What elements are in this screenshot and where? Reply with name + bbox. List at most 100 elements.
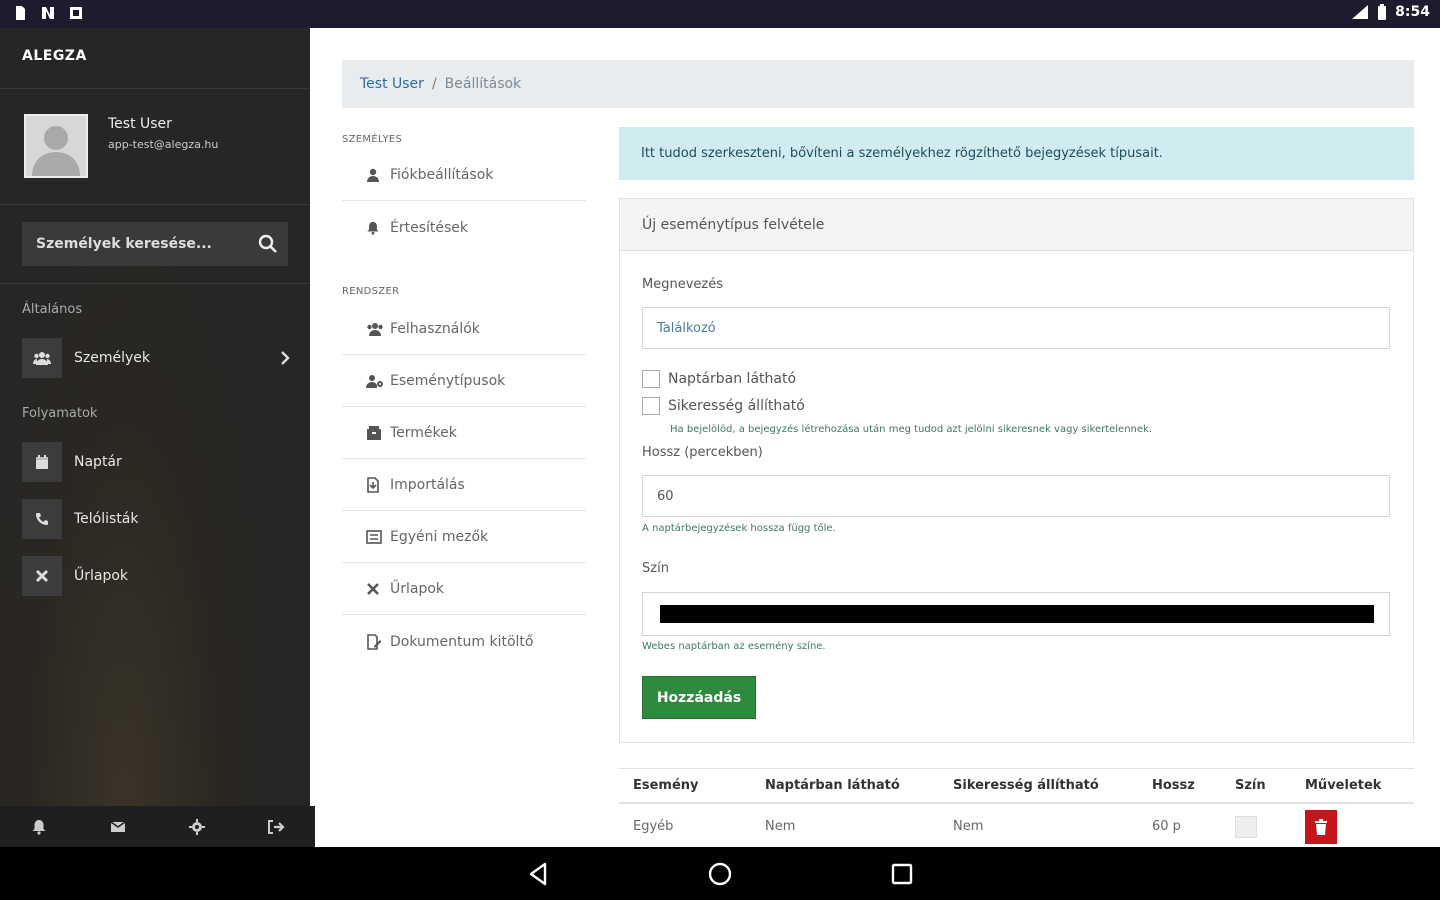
success-settable-checkbox[interactable] <box>642 397 660 415</box>
add-button[interactable]: Hozzáadás <box>642 676 756 719</box>
delete-button[interactable] <box>1305 810 1337 844</box>
home-icon[interactable] <box>707 861 733 887</box>
messages-button[interactable] <box>79 806 158 847</box>
logout-button[interactable] <box>236 806 315 847</box>
signal-icon <box>1352 5 1369 19</box>
settings-item-label: Termékek <box>390 425 457 441</box>
color-swatch <box>660 605 1374 623</box>
logout-icon <box>267 819 285 834</box>
name-input[interactable] <box>642 307 1390 349</box>
length-help-text: A naptárbejegyzések hossza függ tőle. <box>642 523 836 534</box>
settings-item-label: Felhasználók <box>390 321 480 337</box>
settings-section-system: RENDSZER <box>342 286 400 297</box>
calendar-visible-checkbox-row[interactable]: Naptárban látható <box>642 370 796 388</box>
recents-icon[interactable] <box>889 861 915 887</box>
info-alert-text: Itt tudod szerkeszteni, bővíteni a szemé… <box>641 146 1163 161</box>
settings-item-label: Eseménytípusok <box>390 373 506 389</box>
bell-icon <box>32 819 46 835</box>
sidebar-item-call-lists[interactable]: Telólisták <box>22 499 302 539</box>
trash-icon <box>1315 819 1327 835</box>
divider <box>0 283 310 284</box>
default-avatar-icon <box>32 126 80 176</box>
search-icon[interactable] <box>258 234 278 254</box>
sidebar-bottom-bar <box>0 806 315 847</box>
table-cell-color-swatch <box>1235 816 1257 838</box>
sidebar: ALEGZA Test User app-test@alegza.hu Álta… <box>0 28 315 847</box>
settings-item-label: Értesítések <box>390 219 469 236</box>
sidebar-item-label: Telólisták <box>74 511 139 527</box>
breadcrumb-separator: / <box>431 76 437 92</box>
success-help-text: Ha bejelölöd, a bejegyzés létrehozása ut… <box>670 424 1153 435</box>
color-help-text: Webes naptárban az esemény színe. <box>642 641 826 652</box>
settings-item-products[interactable]: Termékek <box>342 408 586 459</box>
sidebar-item-label: Naptár <box>74 454 122 470</box>
edit-doc-icon <box>366 633 384 650</box>
sidebar-item-label: Űrlapok <box>74 568 129 584</box>
search-box <box>22 222 288 266</box>
screenshot-icon <box>70 7 82 19</box>
success-settable-label: Sikeresség állítható <box>668 398 805 414</box>
settings-item-document-filler[interactable]: Dokumentum kitöltő <box>342 616 586 667</box>
users-icon <box>366 321 384 337</box>
card-title: Új eseménytípus felvétele <box>620 199 1413 251</box>
settings-item-label: Dokumentum kitöltő <box>390 633 534 650</box>
table-header-row: Esemény Naptárban látható Sikeresség áll… <box>619 768 1414 804</box>
settings-item-label: Fiókbeállítások <box>390 167 494 183</box>
clock-text: 8:54 <box>1395 4 1430 20</box>
gear-icon <box>188 818 205 835</box>
table-header-cell: Műveletek <box>1305 778 1382 793</box>
android-navigation-bar <box>0 847 1440 900</box>
table-cell-calendar: Nem <box>765 819 796 834</box>
settings-item-account[interactable]: Fiókbeállítások <box>342 150 586 201</box>
import-icon <box>366 477 384 493</box>
tools-icon <box>22 556 62 596</box>
notifications-button[interactable] <box>0 806 79 847</box>
name-label: Megnevezés <box>642 277 723 292</box>
search-input[interactable] <box>22 222 242 266</box>
box-icon <box>366 425 384 441</box>
table-cell-success: Nem <box>953 819 984 834</box>
breadcrumb-home-link[interactable]: Test User <box>360 76 424 92</box>
table-header-cell: Hossz <box>1152 778 1195 793</box>
length-input[interactable] <box>642 475 1390 517</box>
calendar-visible-checkbox[interactable] <box>642 370 660 388</box>
avatar[interactable] <box>24 114 88 178</box>
table-cell-event: Egyéb <box>633 819 674 834</box>
back-icon[interactable] <box>526 861 552 887</box>
settings-item-custom-fields[interactable]: Egyéni mezők <box>342 512 586 563</box>
phone-icon <box>22 499 62 539</box>
section-label-general: Általános <box>22 302 83 317</box>
table-header-cell: Szín <box>1235 778 1266 793</box>
table-row: Egyéb Nem Nem 60 p <box>619 805 1414 849</box>
settings-item-notifications[interactable]: Értesítések <box>342 202 586 253</box>
table-header-cell: Naptárban látható <box>765 778 900 793</box>
color-label: Szín <box>642 561 669 576</box>
table-header-cell: Sikeresség állítható <box>953 778 1099 793</box>
success-settable-checkbox-row[interactable]: Sikeresség állítható <box>642 397 805 415</box>
brand-logo[interactable]: ALEGZA <box>22 48 87 64</box>
settings-item-label: Egyéni mezők <box>390 529 489 545</box>
settings-item-users[interactable]: Felhasználók <box>342 304 586 355</box>
table-header-cell: Esemény <box>633 778 699 793</box>
length-label: Hossz (percekben) <box>642 445 763 460</box>
divider <box>0 88 310 89</box>
nfc-icon <box>42 7 54 19</box>
sidebar-item-people[interactable]: Személyek <box>22 338 302 378</box>
chevron-right-icon <box>281 351 290 365</box>
settings-item-event-types[interactable]: Eseménytípusok <box>342 356 586 407</box>
new-event-type-card: Új eseménytípus felvétele Megnevezés Nap… <box>619 198 1414 743</box>
settings-button[interactable] <box>158 806 237 847</box>
divider <box>0 204 310 205</box>
sidebar-item-forms[interactable]: Űrlapok <box>22 556 302 596</box>
settings-item-label: Űrlapok <box>390 581 445 597</box>
settings-item-import[interactable]: Importálás <box>342 460 586 511</box>
fields-icon <box>366 529 384 545</box>
breadcrumb: Test User / Beállítások <box>342 60 1414 108</box>
info-alert: Itt tudod szerkeszteni, bővíteni a szemé… <box>619 127 1414 180</box>
settings-item-forms[interactable]: Űrlapok <box>342 564 586 615</box>
settings-item-label: Importálás <box>390 477 465 493</box>
sidebar-item-calendar[interactable]: Naptár <box>22 442 302 482</box>
battery-icon <box>1378 4 1387 20</box>
android-status-bar: 8:54 <box>0 0 1440 28</box>
color-picker[interactable] <box>642 592 1390 636</box>
